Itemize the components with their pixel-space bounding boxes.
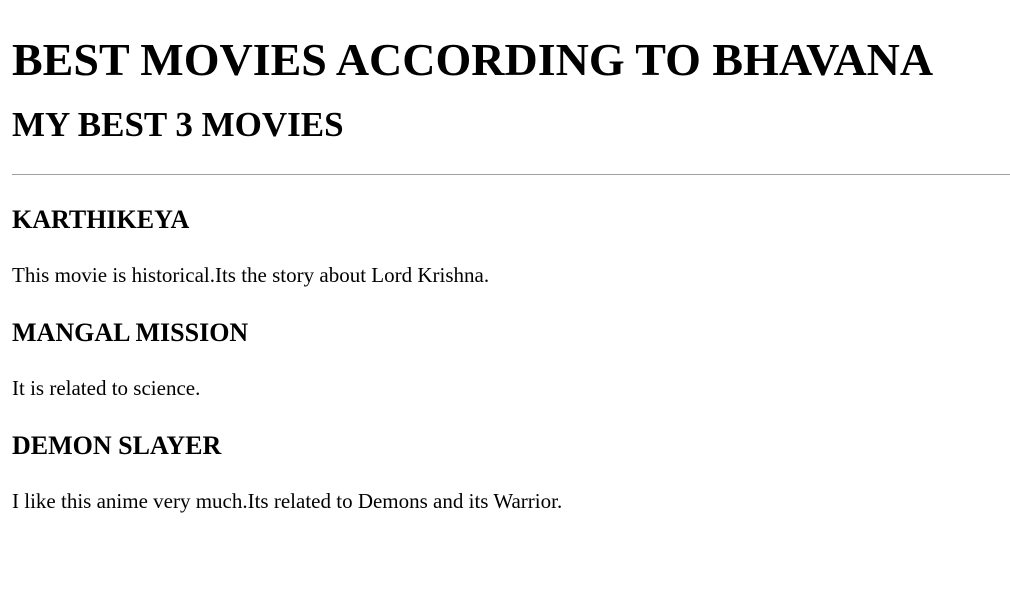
movie-description: It is related to science. [12,376,201,400]
movie-list: KARTHIKEYA This movie is historical.Its … [12,175,1010,514]
movie-description: This movie is historical.Its the story a… [12,263,490,287]
page-title: BEST MOVIES ACCORDING TO BHAVANA [12,34,934,85]
movie-item-karthikeya: KARTHIKEYA This movie is historical.Its … [12,175,1010,288]
page-subtitle: MY BEST 3 MOVIES [12,105,344,144]
movie-title: DEMON SLAYER [12,431,222,460]
movie-title: MANGAL MISSION [12,318,249,347]
movie-item-mangal-mission: MANGAL MISSION It is related to science. [12,288,1010,401]
movie-item-demon-slayer: DEMON SLAYER I like this anime very much… [12,401,1010,514]
movie-title: KARTHIKEYA [12,205,190,234]
movie-description: I like this anime very much.Its related … [12,489,563,513]
